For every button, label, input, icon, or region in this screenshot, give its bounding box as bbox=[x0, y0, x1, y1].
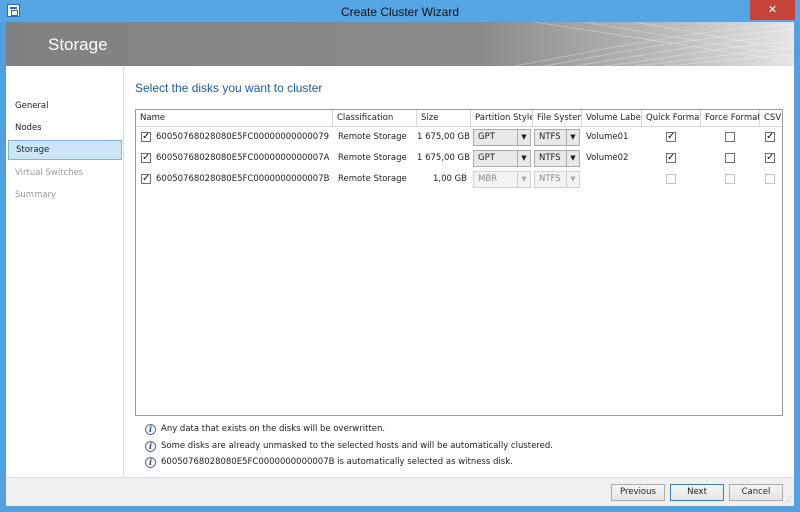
disks-grid: Name Classification Size Partition Style… bbox=[135, 109, 783, 416]
wizard-steps-nav: General Nodes Storage Virtual Switches S… bbox=[6, 66, 124, 506]
quick-format-checkbox[interactable]: ✓ bbox=[666, 132, 676, 142]
chevron-down-icon[interactable]: ▼ bbox=[566, 130, 579, 145]
close-button[interactable]: ✕ bbox=[750, 0, 795, 20]
disk-name: 60050768028080E5FC0000000000007B bbox=[156, 174, 330, 184]
disk-select-checkbox[interactable]: ✓ bbox=[141, 174, 151, 184]
main-content: Select the disks you want to cluster Nam… bbox=[125, 66, 794, 486]
disk-size: 1 675,00 GB bbox=[417, 153, 470, 163]
column-header-name[interactable]: Name bbox=[136, 110, 333, 127]
disk-select-checkbox[interactable]: ✓ bbox=[141, 132, 151, 142]
partition-style-value: GPT bbox=[478, 153, 495, 163]
column-header-csv[interactable]: CSV bbox=[760, 110, 782, 127]
column-header-file-system[interactable]: File System bbox=[533, 110, 582, 127]
table-row[interactable]: ✓ 60050768028080E5FC00000000000079 Remot… bbox=[136, 127, 782, 148]
disk-classification: Remote Storage bbox=[338, 174, 407, 184]
file-system-dropdown: NTFS ▼ bbox=[534, 171, 580, 188]
disk-classification: Remote Storage bbox=[338, 132, 407, 142]
table-row[interactable]: ✓ 60050768028080E5FC0000000000007B Remot… bbox=[136, 169, 782, 190]
file-system-value: NTFS bbox=[539, 174, 561, 184]
csv-checkbox[interactable]: ✓ bbox=[765, 132, 775, 142]
banner-decoration bbox=[513, 22, 794, 66]
quick-format-checkbox[interactable]: ✓ bbox=[666, 153, 676, 163]
column-header-partition-style[interactable]: Partition Style bbox=[471, 110, 533, 127]
partition-style-dropdown: MBR ▼ bbox=[473, 171, 531, 188]
nav-item-nodes[interactable]: Nodes bbox=[8, 118, 122, 138]
disk-name: 60050768028080E5FC0000000000007A bbox=[156, 153, 330, 163]
disk-select-checkbox[interactable]: ✓ bbox=[141, 153, 151, 163]
partition-style-dropdown[interactable]: GPT ▼ bbox=[473, 129, 531, 146]
window-title: Create Cluster Wizard bbox=[340, 5, 460, 19]
volume-label-field[interactable]: Volume02 bbox=[586, 148, 628, 169]
resize-grip[interactable]: ⋰ bbox=[785, 497, 792, 504]
info-icon: i bbox=[145, 457, 156, 468]
volume-label-field[interactable]: Volume01 bbox=[586, 127, 628, 148]
file-system-dropdown[interactable]: NTFS ▼ bbox=[534, 150, 580, 167]
info-message-text: Any data that exists on the disks will b… bbox=[161, 424, 386, 434]
wizard-client-area: Storage General Nodes Storage Virtual Sw… bbox=[6, 22, 794, 506]
column-header-quick-format[interactable]: Quick Format bbox=[642, 110, 701, 127]
partition-style-value: MBR bbox=[478, 174, 498, 184]
force-format-checkbox bbox=[725, 174, 735, 184]
wizard-banner: Storage bbox=[6, 22, 794, 66]
chevron-down-icon[interactable]: ▼ bbox=[517, 130, 530, 145]
disk-size: 1,00 GB bbox=[432, 174, 467, 184]
chevron-down-icon[interactable]: ▼ bbox=[517, 151, 530, 166]
quick-format-checkbox bbox=[666, 174, 676, 184]
page-title: Storage bbox=[48, 35, 108, 54]
partition-style-dropdown[interactable]: GPT ▼ bbox=[473, 150, 531, 167]
disk-name: 60050768028080E5FC00000000000079 bbox=[156, 132, 330, 142]
nav-item-virtual-switches: Virtual Switches bbox=[15, 168, 84, 178]
column-header-volume-label[interactable]: Volume Label bbox=[582, 110, 642, 127]
file-system-value: NTFS bbox=[539, 132, 561, 142]
file-system-dropdown[interactable]: NTFS ▼ bbox=[534, 129, 580, 146]
info-message-text: 60050768028080E5FC0000000000007B is auto… bbox=[161, 457, 513, 467]
table-row[interactable]: ✓ 60050768028080E5FC0000000000007A Remot… bbox=[136, 148, 782, 169]
chevron-down-icon[interactable]: ▼ bbox=[566, 151, 579, 166]
disk-size: 1 675,00 GB bbox=[417, 132, 470, 142]
column-header-force-format[interactable]: Force Format bbox=[701, 110, 760, 127]
cancel-button[interactable]: Cancel bbox=[729, 484, 783, 501]
csv-checkbox[interactable]: ✓ bbox=[765, 153, 775, 163]
title-bar: Create Cluster Wizard ✕ bbox=[0, 0, 800, 22]
force-format-checkbox[interactable] bbox=[725, 132, 735, 142]
section-heading: Select the disks you want to cluster bbox=[135, 81, 323, 95]
file-system-value: NTFS bbox=[539, 153, 561, 163]
info-icon: i bbox=[145, 441, 156, 452]
wizard-footer: Previous Next Cancel ⋰ bbox=[6, 477, 794, 506]
csv-checkbox bbox=[765, 174, 775, 184]
column-header-classification[interactable]: Classification bbox=[333, 110, 417, 127]
nav-item-general[interactable]: General bbox=[8, 96, 122, 116]
column-header-size[interactable]: Size bbox=[417, 110, 471, 127]
chevron-down-icon: ▼ bbox=[517, 172, 530, 187]
next-button[interactable]: Next bbox=[670, 484, 724, 501]
disk-classification: Remote Storage bbox=[338, 153, 407, 163]
info-message-text: Some disks are already unmasked to the s… bbox=[161, 441, 553, 451]
chevron-down-icon: ▼ bbox=[566, 172, 579, 187]
info-icon: i bbox=[145, 424, 156, 435]
partition-style-value: GPT bbox=[478, 132, 495, 142]
nav-item-storage[interactable]: Storage bbox=[8, 140, 122, 160]
force-format-checkbox[interactable] bbox=[725, 153, 735, 163]
previous-button[interactable]: Previous bbox=[611, 484, 665, 501]
nav-item-summary: Summary bbox=[15, 190, 57, 200]
